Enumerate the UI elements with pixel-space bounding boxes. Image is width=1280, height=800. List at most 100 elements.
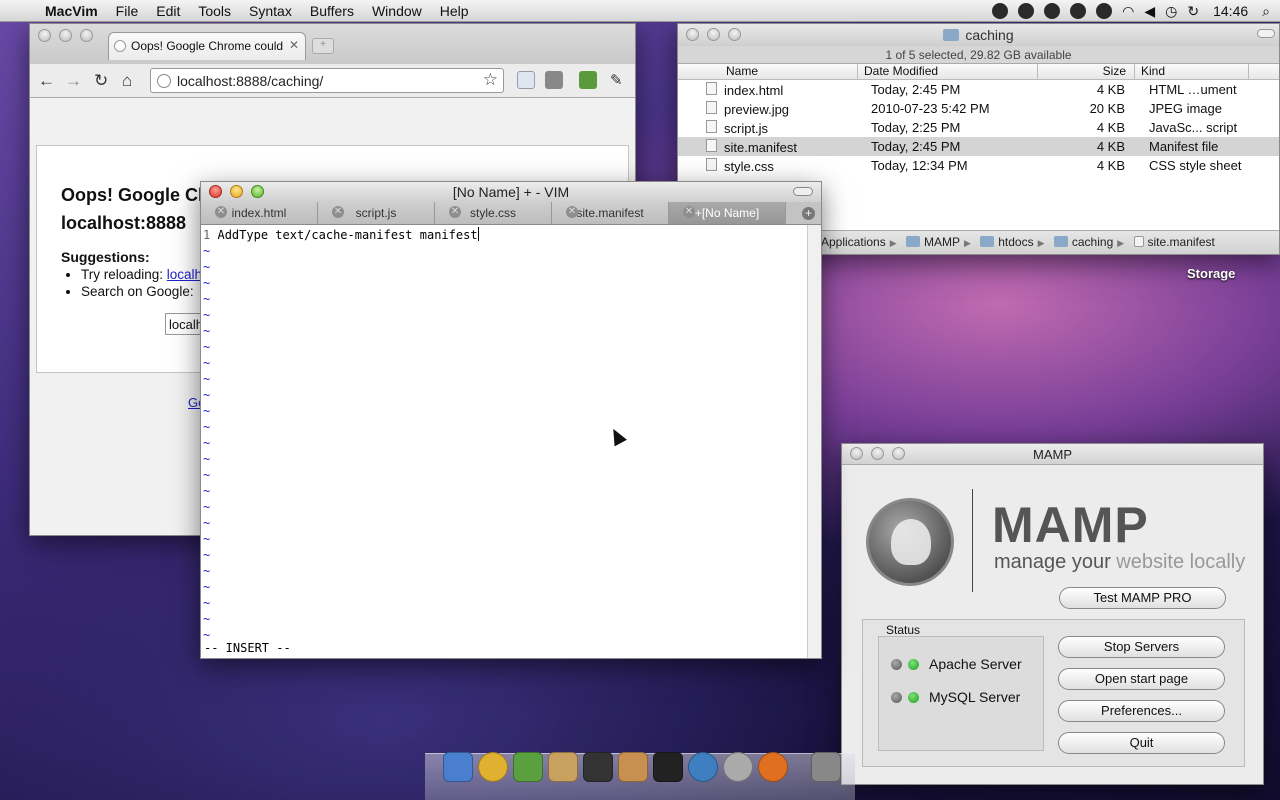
finder-icon[interactable]	[443, 752, 473, 782]
file-row[interactable]: index.html Today, 2:45 PM 4 KB HTML …ument	[678, 80, 1279, 99]
page-favicon-icon	[114, 40, 126, 52]
close-tab-icon[interactable]: ✕	[683, 206, 695, 218]
tab-script-js[interactable]: ✕ script.js	[318, 202, 435, 224]
menu-syntax[interactable]: Syntax	[240, 0, 301, 22]
time-machine-icon[interactable]: ◷	[1165, 3, 1177, 20]
chrome-tab-title: Oops! Google Chrome could	[131, 39, 284, 53]
close-tab-icon[interactable]: ✕	[449, 206, 461, 218]
terminal-icon[interactable]	[653, 752, 683, 782]
path-mamp[interactable]: MAMP	[924, 235, 960, 249]
file-list: index.html Today, 2:45 PM 4 KB HTML …ument p…	[678, 80, 1279, 175]
script-editor-icon[interactable]	[548, 752, 578, 782]
close-tab-icon[interactable]: ✕	[566, 206, 578, 218]
vlc-icon[interactable]	[1070, 3, 1087, 19]
new-tab-button[interactable]: +	[312, 38, 334, 54]
wifi-icon[interactable]: ◠	[1122, 3, 1134, 20]
new-tab-plus-icon[interactable]: +	[802, 207, 815, 220]
test-mamp-pro-button[interactable]: Test MAMP PRO	[1059, 587, 1226, 609]
html-file-icon	[706, 81, 717, 95]
close-tab-icon[interactable]: ✕	[215, 206, 227, 218]
file-row[interactable]: script.js Today, 2:25 PM 4 KB JavaSc... scr…	[678, 118, 1279, 137]
manifest-file-icon	[706, 138, 717, 152]
forward-arrow-icon[interactable]: →	[65, 71, 82, 91]
extension-gear-icon[interactable]	[545, 71, 563, 89]
firefox-icon[interactable]	[758, 752, 788, 782]
vim-editor[interactable]: 1 AddType text/cache-manifest manifest ~…	[201, 225, 807, 658]
address-bar[interactable]: localhost:8888/caching/ ☆	[150, 68, 504, 93]
zoom-window-button[interactable]	[251, 185, 264, 198]
path-site-manifest[interactable]: site.manifest	[1148, 235, 1215, 249]
mamp-folder-icon	[905, 236, 920, 247]
bookmark-star-icon[interactable]: ☆	[483, 70, 498, 90]
menu-edit[interactable]: Edit	[147, 0, 189, 22]
extension-blue-icon[interactable]	[517, 71, 535, 89]
evernote-icon[interactable]	[579, 71, 597, 89]
minimize-window-button[interactable]	[707, 28, 720, 41]
reload-text: Try reloading:	[81, 267, 167, 282]
close-tab-icon[interactable]: ✕	[289, 38, 299, 52]
back-arrow-icon[interactable]: ←	[38, 71, 55, 91]
scrivener-icon[interactable]	[513, 752, 543, 782]
close-window-button[interactable]	[686, 28, 699, 41]
tab-site-manifest[interactable]: ✕ site.manifest	[552, 202, 669, 224]
close-window-button[interactable]	[850, 447, 863, 460]
trash-icon[interactable]	[811, 752, 841, 782]
menu-bar: MacVim File Edit Tools Syntax Buffers Wi…	[0, 0, 1280, 22]
minimize-window-button[interactable]	[230, 185, 243, 198]
minimize-window-button[interactable]	[871, 447, 884, 460]
close-window-button[interactable]	[38, 29, 51, 42]
zoom-window-button[interactable]	[728, 28, 741, 41]
col-date[interactable]: Date Modified	[858, 64, 1038, 79]
path-htdocs[interactable]: htdocs	[998, 235, 1033, 249]
menu-clock[interactable]: 14:46	[1213, 3, 1248, 19]
ical-icon[interactable]	[688, 752, 718, 782]
toolbar-toggle-button[interactable]	[1257, 29, 1275, 38]
q-icon[interactable]	[1096, 3, 1113, 19]
file-row[interactable]: site.manifest Today, 2:45 PM 4 KB Manifest …	[678, 137, 1279, 156]
mute-icon[interactable]	[1044, 3, 1061, 19]
desktop-storage-label[interactable]: Storage	[1187, 266, 1235, 281]
tab-index-html[interactable]: ✕ index.html	[201, 202, 318, 224]
mamp-icon[interactable]	[723, 752, 753, 782]
tab-no-name[interactable]: ✕ +[No Name]	[669, 202, 786, 224]
reload-icon[interactable]: ↻	[94, 71, 108, 91]
transmit-icon[interactable]	[618, 752, 648, 782]
menu-window[interactable]: Window	[363, 0, 431, 22]
close-window-button[interactable]	[209, 185, 222, 198]
volume-icon[interactable]: ◀	[1144, 3, 1155, 20]
path-applications[interactable]: Applications	[821, 235, 886, 249]
menu-file[interactable]: File	[107, 0, 148, 22]
stop-servers-button[interactable]: Stop Servers	[1058, 636, 1225, 658]
menu-help[interactable]: Help	[431, 0, 478, 22]
creative-cloud-icon[interactable]	[1018, 3, 1035, 19]
zoom-window-button[interactable]	[892, 447, 905, 460]
file-row[interactable]: style.css Today, 12:34 PM 4 KB CSS style sh…	[678, 156, 1279, 175]
minimize-window-button[interactable]	[59, 29, 72, 42]
quit-button[interactable]: Quit	[1058, 732, 1225, 754]
chrome-icon[interactable]	[478, 752, 508, 782]
close-tab-icon[interactable]: ✕	[332, 206, 344, 218]
vim-scrollbar[interactable]	[807, 225, 821, 658]
file-row[interactable]: preview.jpg 2010-07-23 5:42 PM 20 KB JPEG i…	[678, 99, 1279, 118]
col-size[interactable]: Size	[1038, 64, 1135, 79]
toolbar-toggle-button[interactable]	[793, 187, 813, 196]
sync-icon[interactable]: ↻	[1187, 3, 1199, 20]
menu-buffers[interactable]: Buffers	[301, 0, 363, 22]
col-kind[interactable]: Kind	[1135, 64, 1249, 79]
spotlight-icon[interactable]: ⌕	[1262, 3, 1270, 20]
tv-icon[interactable]	[583, 752, 613, 782]
dropbox-icon[interactable]	[992, 3, 1009, 19]
menu-app-name[interactable]: MacVim	[36, 0, 107, 22]
open-start-page-button[interactable]: Open start page	[1058, 668, 1225, 690]
col-name[interactable]: Name	[678, 64, 858, 79]
tab-style-css[interactable]: ✕ style.css	[435, 202, 552, 224]
apache-status: Apache Server	[891, 656, 1022, 672]
home-icon[interactable]: ⌂	[122, 71, 132, 91]
menu-tools[interactable]: Tools	[189, 0, 240, 22]
zoom-window-button[interactable]	[80, 29, 93, 42]
chrome-tab[interactable]: Oops! Google Chrome could ✕	[108, 32, 306, 60]
path-caching[interactable]: caching	[1072, 235, 1113, 249]
preferences-button[interactable]: Preferences...	[1058, 700, 1225, 722]
wrench-icon[interactable]: ✎	[610, 71, 623, 89]
file-size: 4 KB	[1096, 120, 1125, 135]
